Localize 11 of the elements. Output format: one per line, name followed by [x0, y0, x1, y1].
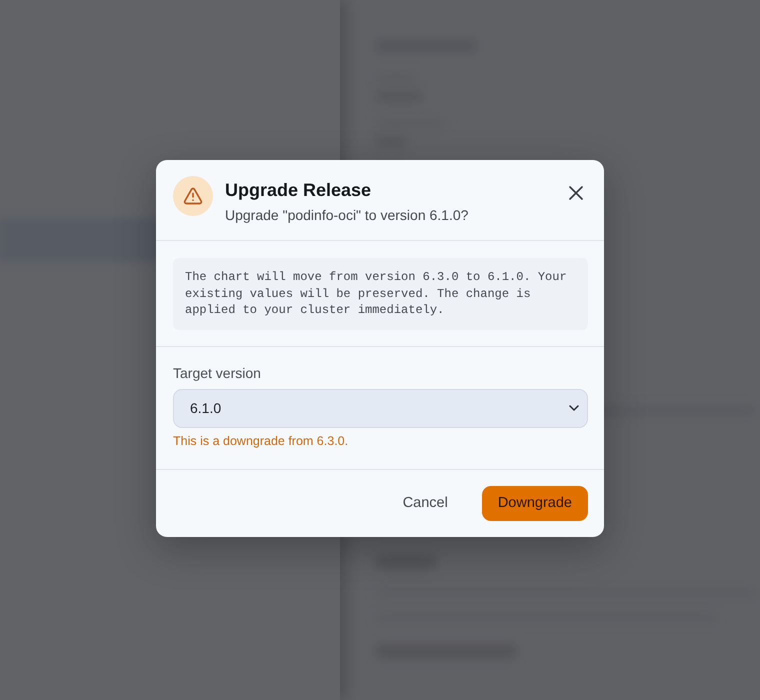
version-select[interactable]: 6.1.0: [173, 388, 588, 428]
dialog-title: Upgrade Release: [225, 179, 372, 201]
warning-icon: [173, 176, 213, 216]
dialog-subtitle: Upgrade "podinfo-oci" to version 6.1.0?: [225, 206, 470, 224]
field-label: Target version: [173, 364, 262, 382]
close-icon: [568, 185, 584, 201]
notice-text: The chart will move from version 6.3.0 to 6.1.0. Your existing values will be preserved. The change is applied to your cluster immediately.: [173, 258, 588, 330]
cancel-button[interactable]: Cancel: [386, 486, 464, 520]
downgrade-button[interactable]: Downgrade: [482, 486, 588, 520]
downgrade-hint: This is a downgrade from 6.3.0.: [173, 432, 350, 448]
chevron-down-icon: [569, 405, 579, 411]
